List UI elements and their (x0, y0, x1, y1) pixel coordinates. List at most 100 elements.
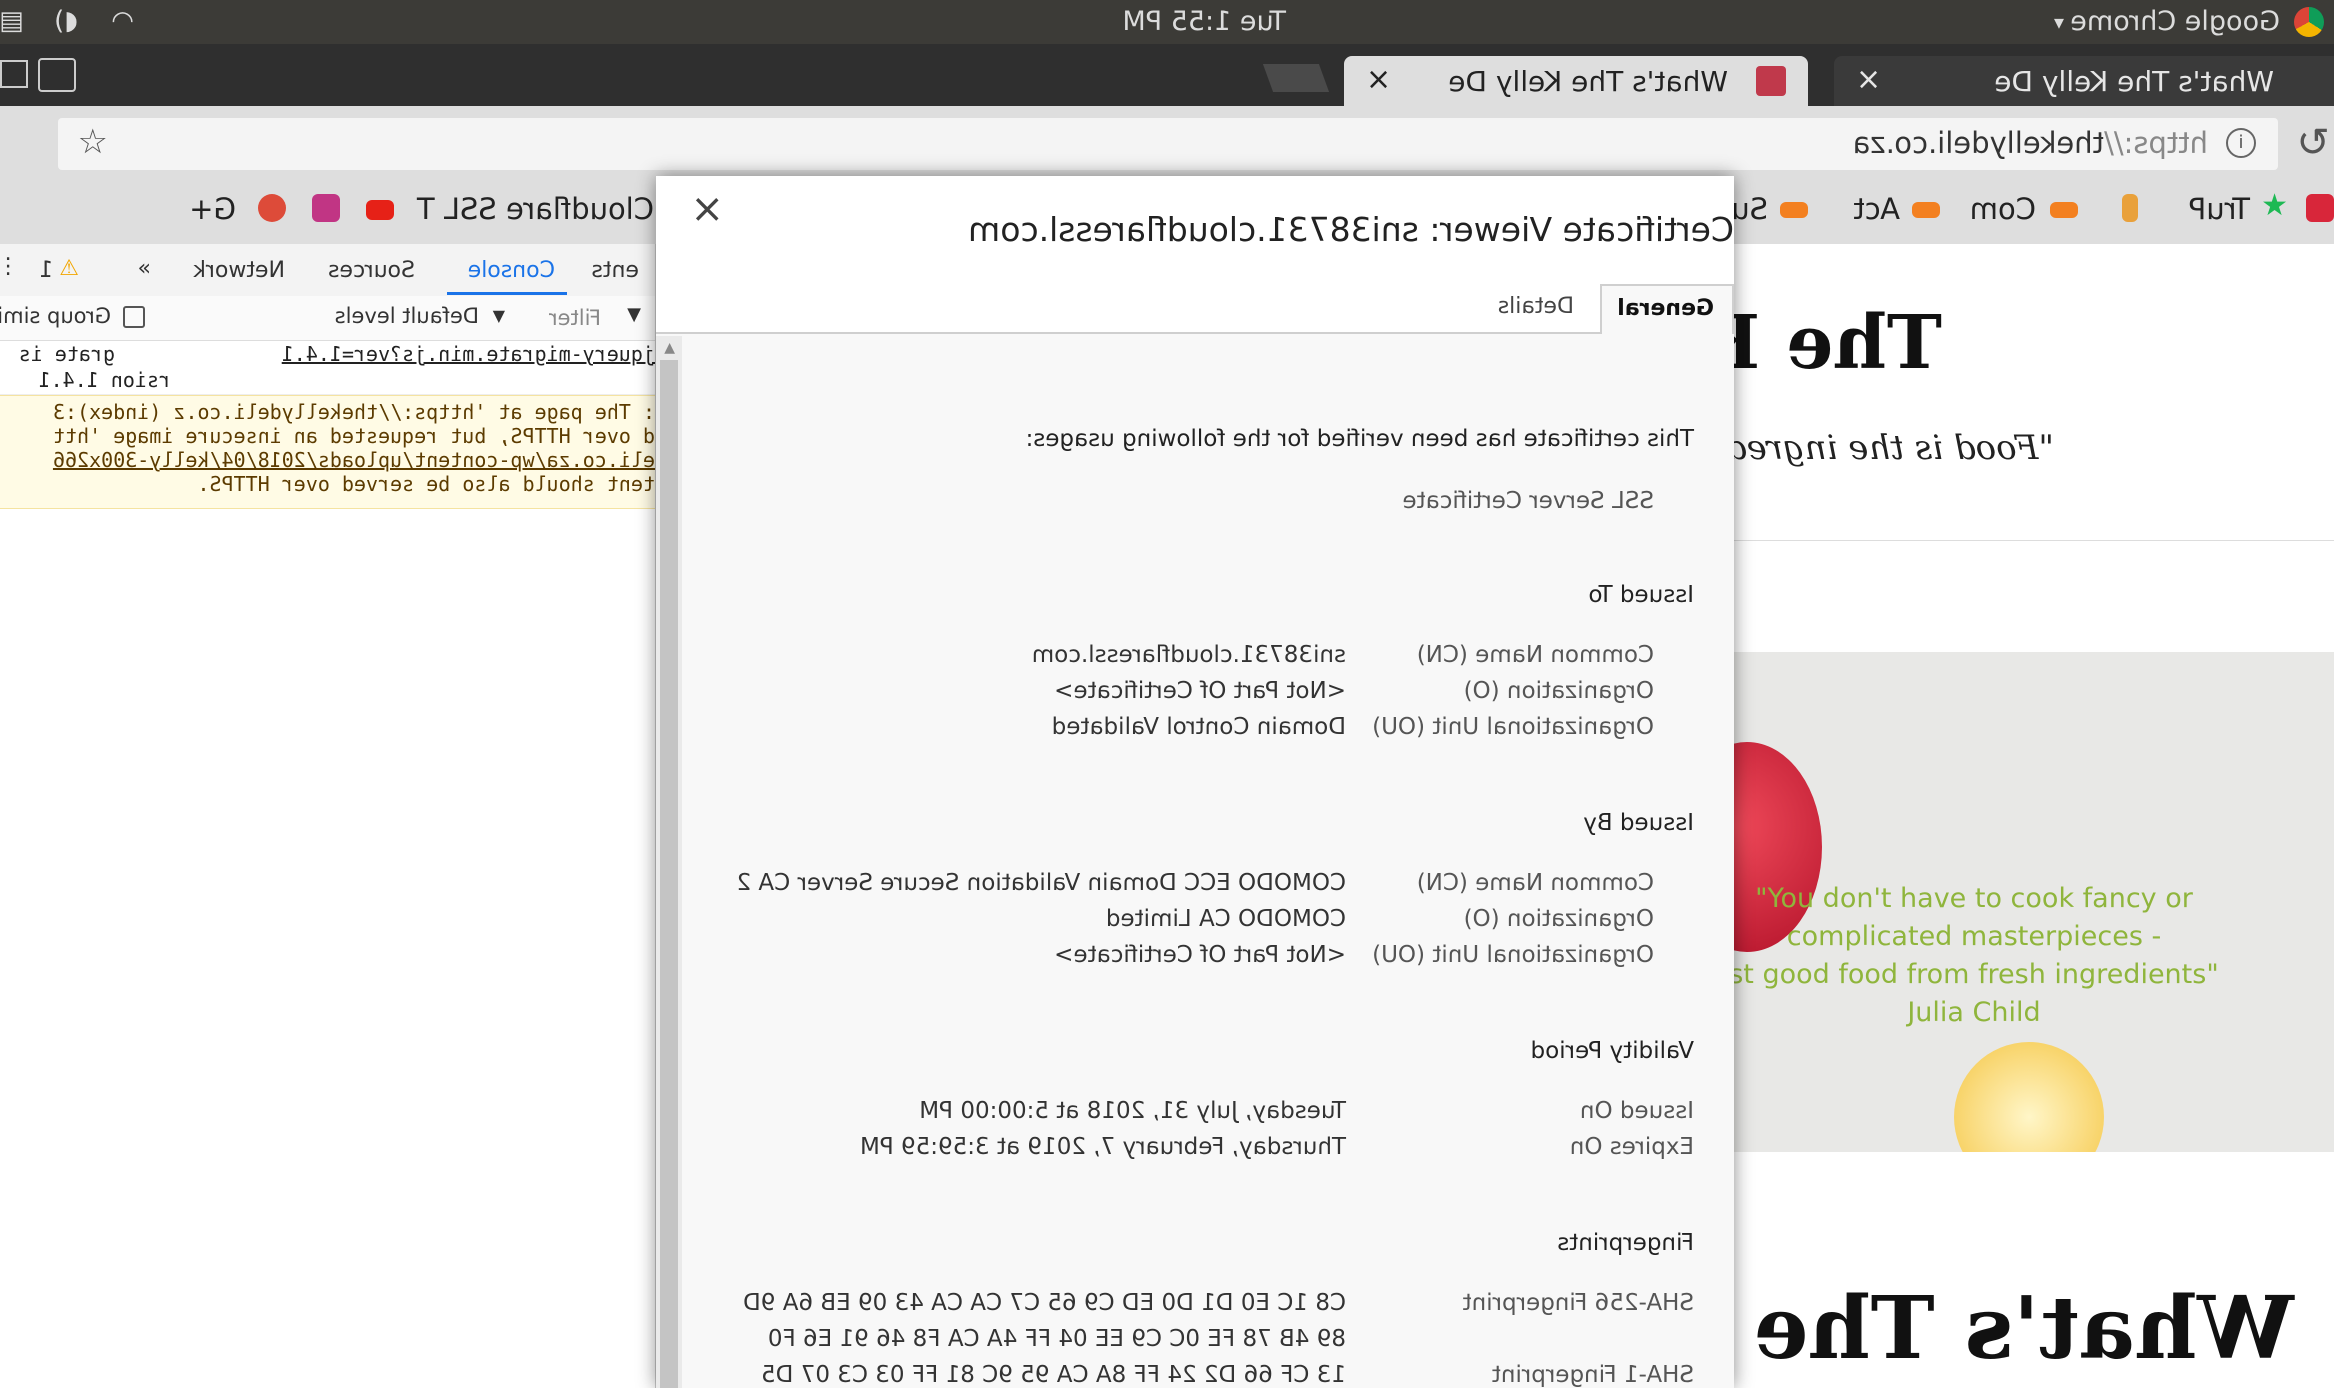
google-plus-icon[interactable] (258, 194, 286, 222)
bookmark-gplus[interactable]: G+ (189, 192, 236, 226)
field-value: <Not Part Of Certificate> (1054, 942, 1346, 968)
tab-inactive[interactable]: What's The Kelly De × (1834, 56, 2334, 106)
levels-dropdown-icon[interactable]: ▼ (493, 306, 505, 325)
toolbar: ↻ i https://thekellydeli.co.za ☆ (0, 106, 2334, 182)
volume-icon[interactable]: ◖) (54, 6, 78, 36)
field-value: Thursday, February 7, 2019 at 3:59:59 PM (859, 1134, 1346, 1160)
tab-details[interactable]: Details (1498, 294, 1574, 319)
usage-text: SSL Server Certificate (1402, 488, 1654, 514)
tab-active[interactable]: What's The Kelly De × (1344, 56, 1808, 106)
field-label: Common Name (CN) (1416, 642, 1654, 668)
bookmark-star-icon[interactable]: ☆ (78, 122, 108, 162)
url-text[interactable]: https://thekellydeli.co.za (1853, 126, 2208, 160)
warning-count[interactable]: 1 (39, 258, 53, 283)
field-value: COMODO CA Limited (1105, 906, 1346, 932)
cloudflare-icon[interactable] (1912, 202, 1940, 218)
fingerprints-heading: Fingerprints (1557, 1230, 1694, 1256)
tab-console[interactable]: Console (468, 258, 555, 283)
certificate-viewer-dialog: Certificate Viewer: sni38731.cloudflares… (656, 176, 1734, 1388)
page-tagline: "Food is the ingredie (1693, 428, 2054, 468)
field-value: COMODO ECC Domain Validation Secure Serv… (736, 870, 1347, 896)
issued-to-heading: Issued To (1588, 582, 1694, 608)
warning-icon[interactable]: ⚠ (59, 256, 79, 281)
hero-image: "You don't have to cook fancy or complic… (1734, 652, 2334, 1152)
app-menu-arrow-icon[interactable]: ▾ (2054, 10, 2064, 34)
validity-heading: Validity Period (1530, 1038, 1694, 1064)
log-source-link[interactable]: jquery-migrate.min.js?ver=1.4.1 (282, 342, 655, 366)
filter-input[interactable]: Filter (549, 306, 601, 330)
levels-dropdown[interactable]: Default levels (335, 304, 479, 328)
verified-text: This certificate has been verified for t… (1025, 426, 1694, 452)
instagram-icon[interactable] (312, 194, 340, 222)
dialog-title: Certificate Viewer: sni38731.cloudflares… (968, 210, 1734, 249)
divider (1734, 540, 2334, 541)
log-row: jquery-migrate.min.js?ver=1.4.1 grate is (0, 340, 655, 366)
restore-button[interactable] (0, 60, 28, 88)
devtools-tabbar: ents Console Sources Network » ⚠ 1 ⋮ (0, 244, 655, 297)
reload-icon[interactable]: ↻ (2296, 120, 2330, 166)
scroll-up-icon[interactable]: ▲ (664, 340, 675, 356)
input-icon[interactable]: ▤ (0, 6, 24, 36)
group-similar-label[interactable]: Group simila (0, 304, 111, 328)
warning-line: d over HTTPS, but requested an insecure … (52, 424, 655, 448)
bookmark-star-icon[interactable]: ★ (2260, 188, 2288, 223)
bookmark-red-icon[interactable] (2306, 194, 2334, 222)
context-dropdown-icon[interactable]: ▼ (627, 304, 641, 325)
web-page: The K "Food is the ingredie "You don't h… (1649, 244, 2334, 1388)
bookmark-act[interactable]: Act (1853, 192, 1900, 226)
system-top-bar: Google Chrome ▾ Tue 1:55 PM ◠ ◖) ▤ (0, 0, 2334, 44)
bookmark-com[interactable]: Com (1970, 192, 2036, 226)
tab-general[interactable]: General (1600, 284, 1734, 334)
favicon-icon (1756, 66, 1786, 96)
close-icon[interactable]: × (690, 186, 724, 232)
tab-close-icon[interactable]: × (1856, 62, 1881, 97)
field-label: Common Name (CN) (1416, 870, 1654, 896)
field-label: Organizational Unit (OU) (1372, 714, 1654, 740)
app-name[interactable]: Google Chrome (2070, 6, 2280, 37)
field-value: sni38731.cloudflaressl.com (1031, 642, 1346, 668)
sha1-label: SHA-1 Fingerprint (1491, 1362, 1694, 1388)
new-tab-button[interactable] (1262, 64, 1330, 92)
tab-network[interactable]: Network (193, 258, 285, 283)
bookmark-trup[interactable]: TruP (2189, 192, 2250, 226)
group-checkbox[interactable] (123, 306, 145, 328)
info-icon[interactable]: i (2226, 128, 2256, 158)
cloudflare-icon[interactable] (2050, 202, 2078, 218)
console-toolbar: ▼ Filter ▼ Default levels Group simila (0, 296, 655, 341)
tab-sources[interactable]: Sources (328, 258, 415, 283)
field-value: Tuesday, July 31, 2018 at 5:00:00 PM (919, 1098, 1346, 1124)
dialog-scrollbar[interactable]: ▲ (656, 336, 682, 1388)
bookmark-su[interactable]: Su (1731, 192, 1768, 226)
tab-strip: What's The Kelly De × What's The Kelly D… (0, 44, 2334, 106)
sha256-value: C8 1C E0 D1 D0 ED C9 65 C7 CA CA 43 09 E… (743, 1290, 1346, 1316)
chrome-logo-icon (2294, 7, 2324, 37)
devtools-menu-icon[interactable]: ⋮ (0, 254, 19, 279)
quote-line: st good food from fresh ingredients" (1734, 959, 2219, 990)
bookmark-cloudflare-ssl[interactable]: Cloudflare SSL T (417, 192, 654, 226)
tab-elements[interactable]: ents (591, 258, 639, 283)
warning-line[interactable]: eli.co.za/wp-content/uploads/2018/04/kel… (0, 448, 655, 472)
cloudflare-icon[interactable] (1780, 202, 1808, 218)
minimize-button[interactable] (38, 58, 76, 92)
log-message: grate is (18, 342, 115, 366)
mirrored-screen: Google Chrome ▾ Tue 1:55 PM ◠ ◖) ▤ What'… (0, 0, 2334, 1388)
wifi-icon[interactable]: ◠ (111, 6, 134, 36)
omnibox[interactable]: i https://thekellydeli.co.za ☆ (58, 118, 2278, 170)
quote-text: "You don't have to cook fancy or complic… (1734, 880, 2254, 1032)
more-tabs-icon[interactable]: » (138, 256, 151, 281)
bookmark-pin-icon[interactable] (2122, 194, 2138, 222)
console-log-area: jquery-migrate.min.js?ver=1.4.1 grate is… (0, 340, 655, 509)
field-label: Organizational Unit (OU) (1372, 942, 1654, 968)
clock[interactable]: Tue 1:55 PM (1123, 6, 1287, 37)
scrollbar-thumb[interactable] (660, 360, 678, 1388)
youtube-icon[interactable] (366, 200, 394, 220)
quote-author: Julia Child (1907, 997, 2041, 1028)
log-message: rsion 1.4.1 (38, 368, 171, 392)
log-row: rsion 1.4.1 (0, 366, 655, 395)
quote-line: complicated masterpieces - (1786, 921, 2162, 952)
field-label: Issued On (1579, 1098, 1694, 1124)
tab-close-icon[interactable]: × (1366, 62, 1391, 97)
field-label: Organization (O) (1463, 906, 1654, 932)
lemon-image (1954, 1042, 2104, 1152)
sha256-label: SHA-256 Fingerprint (1462, 1290, 1694, 1316)
